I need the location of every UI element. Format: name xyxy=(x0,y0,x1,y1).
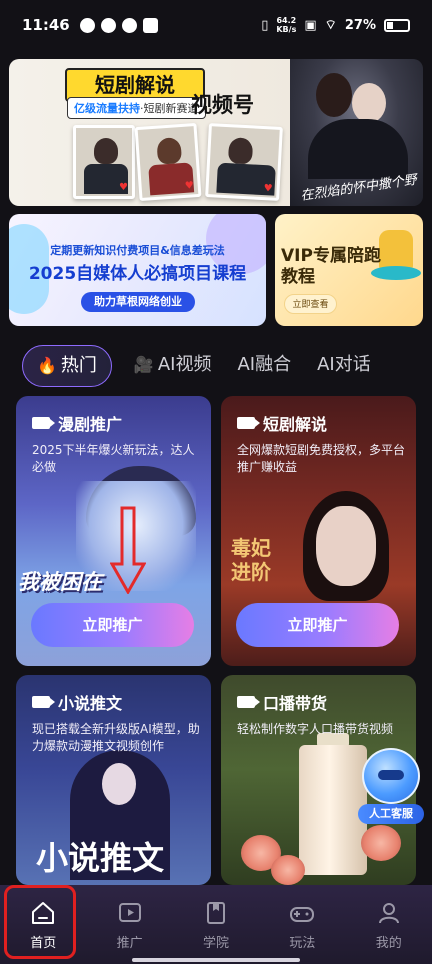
hero-banner[interactable]: 短剧解说 亿级流量扶持·短剧新赛道 视频号 ♥ ♥ ♥ 在烈焰的怀中撒个野 xyxy=(9,59,423,206)
vibrate-icon: ▯ xyxy=(261,17,269,33)
heart-icon: ♥ xyxy=(263,183,273,195)
home-highlight-box xyxy=(4,885,76,959)
vip-title: VIP专属陪跑教程 xyxy=(281,246,381,287)
vip-banner[interactable]: VIP专属陪跑教程 立即查看 xyxy=(275,214,423,326)
nav-gameplay[interactable]: 玩法 xyxy=(259,885,345,964)
notification-icons xyxy=(79,17,158,33)
status-bar: 11:46 ▯ 64.2 KB/s ▣ ⌔ 27% xyxy=(0,0,432,50)
card-description: 轻松制作数字人口播带货视频 xyxy=(237,722,394,736)
wifi-icon: ⌔ xyxy=(324,18,337,33)
card-header: 小说推文 xyxy=(32,690,122,714)
card-header: 漫剧推广 xyxy=(32,411,122,435)
card-description: 现已搭载全新升级版AI模型，助力爆款动漫推文视频创作 xyxy=(32,722,200,753)
play-icon xyxy=(118,903,141,922)
app-screen: 11:46 ▯ 64.2 KB/s ▣ ⌔ 27% 短剧解说 亿级流量扶持·短剧… xyxy=(0,0,432,964)
sim-icon: ▣ xyxy=(304,17,317,33)
customer-service-button[interactable]: 人工客服 xyxy=(358,748,424,826)
tab-ai-chat[interactable]: AI对话 xyxy=(307,345,381,387)
hero-platform: 视频号 xyxy=(191,93,254,117)
fire-icon: 🔥 xyxy=(37,356,57,375)
nav-mine[interactable]: 我的 xyxy=(346,885,432,964)
promote-button[interactable]: 立即推广 xyxy=(236,603,399,647)
course-banner[interactable]: 定期更新知识付费项目&信息差玩法 2025自媒体人必搞项目课程 助力草根网络创业 xyxy=(9,214,266,326)
app-notification-icon xyxy=(79,17,95,33)
card-art-text: 我被困在 xyxy=(18,570,102,594)
heart-icon: ♥ xyxy=(184,180,195,192)
card-drama-commentary[interactable]: 短剧解说 全网爆款短剧免费授权，多平台推广赚收益 毒妃进阶 立即推广 xyxy=(221,396,416,666)
net-speed: 64.2 KB/s xyxy=(276,16,297,34)
card-art-text: 毒妃进阶 xyxy=(231,536,271,584)
customer-service-label: 人工客服 xyxy=(358,804,424,824)
nav-academy[interactable]: 学院 xyxy=(173,885,259,964)
card-novel-promo[interactable]: 小说推文 现已搭载全新升级版AI模型，助力爆款动漫推文视频创作 小说推文 xyxy=(16,675,211,885)
nav-promote[interactable]: 推广 xyxy=(86,885,172,964)
status-right: ▯ 64.2 KB/s ▣ ⌔ 27% xyxy=(261,16,410,34)
promote-button[interactable]: 立即推广 xyxy=(31,603,194,647)
message-icon xyxy=(121,17,137,33)
vip-view-button[interactable]: 立即查看 xyxy=(284,294,337,314)
video-icon xyxy=(237,696,260,708)
card-comic-promo[interactable]: 漫剧推广 2025下半年爆火新玩法，达人必做 我被困在 立即推广 xyxy=(16,396,211,666)
status-time: 11:46 xyxy=(22,16,70,34)
card-art-text: 小说推文 xyxy=(36,839,165,877)
gesture-bar xyxy=(132,958,300,962)
hero-poster: 在烈焰的怀中撒个野 xyxy=(290,59,423,206)
camera-icon: 🎥 xyxy=(133,355,154,374)
card-header: 短剧解说 xyxy=(237,411,327,435)
card-description: 全网爆款短剧免费授权，多平台推广赚收益 xyxy=(237,443,406,474)
battery-percent: 27% xyxy=(344,17,376,33)
course-title: 2025自媒体人必搞项目课程 xyxy=(28,264,247,284)
arrow-down-icon xyxy=(110,506,146,594)
tab-ai-fusion[interactable]: AI融合 xyxy=(227,345,301,387)
course-subtitle: 定期更新知识付费项目&信息差玩法 xyxy=(50,244,225,257)
category-tabs: 🔥 热门 🎥 AI视频 AI融合 AI对话 xyxy=(22,345,381,387)
hero-thumbnail: ♥ xyxy=(134,122,202,202)
gamepad-icon xyxy=(290,907,315,922)
hero-thumbnail: ♥ xyxy=(205,123,283,201)
card-header: 口播带货 xyxy=(237,690,327,714)
tab-hot[interactable]: 🔥 热门 xyxy=(22,345,112,387)
check-icon xyxy=(100,17,116,33)
book-icon xyxy=(206,902,225,924)
tab-ai-video[interactable]: 🎥 AI视频 xyxy=(124,345,222,387)
person-icon xyxy=(378,903,399,924)
video-icon xyxy=(32,417,55,429)
card-description: 2025下半年爆火新玩法，达人必做 xyxy=(32,443,195,474)
video-icon xyxy=(237,417,260,429)
course-button[interactable]: 助力草根网络创业 xyxy=(81,292,195,312)
battery-icon xyxy=(384,18,410,32)
hero-subtag: 亿级流量扶持·短剧新赛道 xyxy=(67,97,206,119)
hero-thumbnail: ♥ xyxy=(73,125,135,199)
image-icon xyxy=(142,17,158,33)
video-icon xyxy=(32,696,55,708)
heart-icon: ♥ xyxy=(119,182,128,193)
trophy-icon xyxy=(379,230,413,270)
